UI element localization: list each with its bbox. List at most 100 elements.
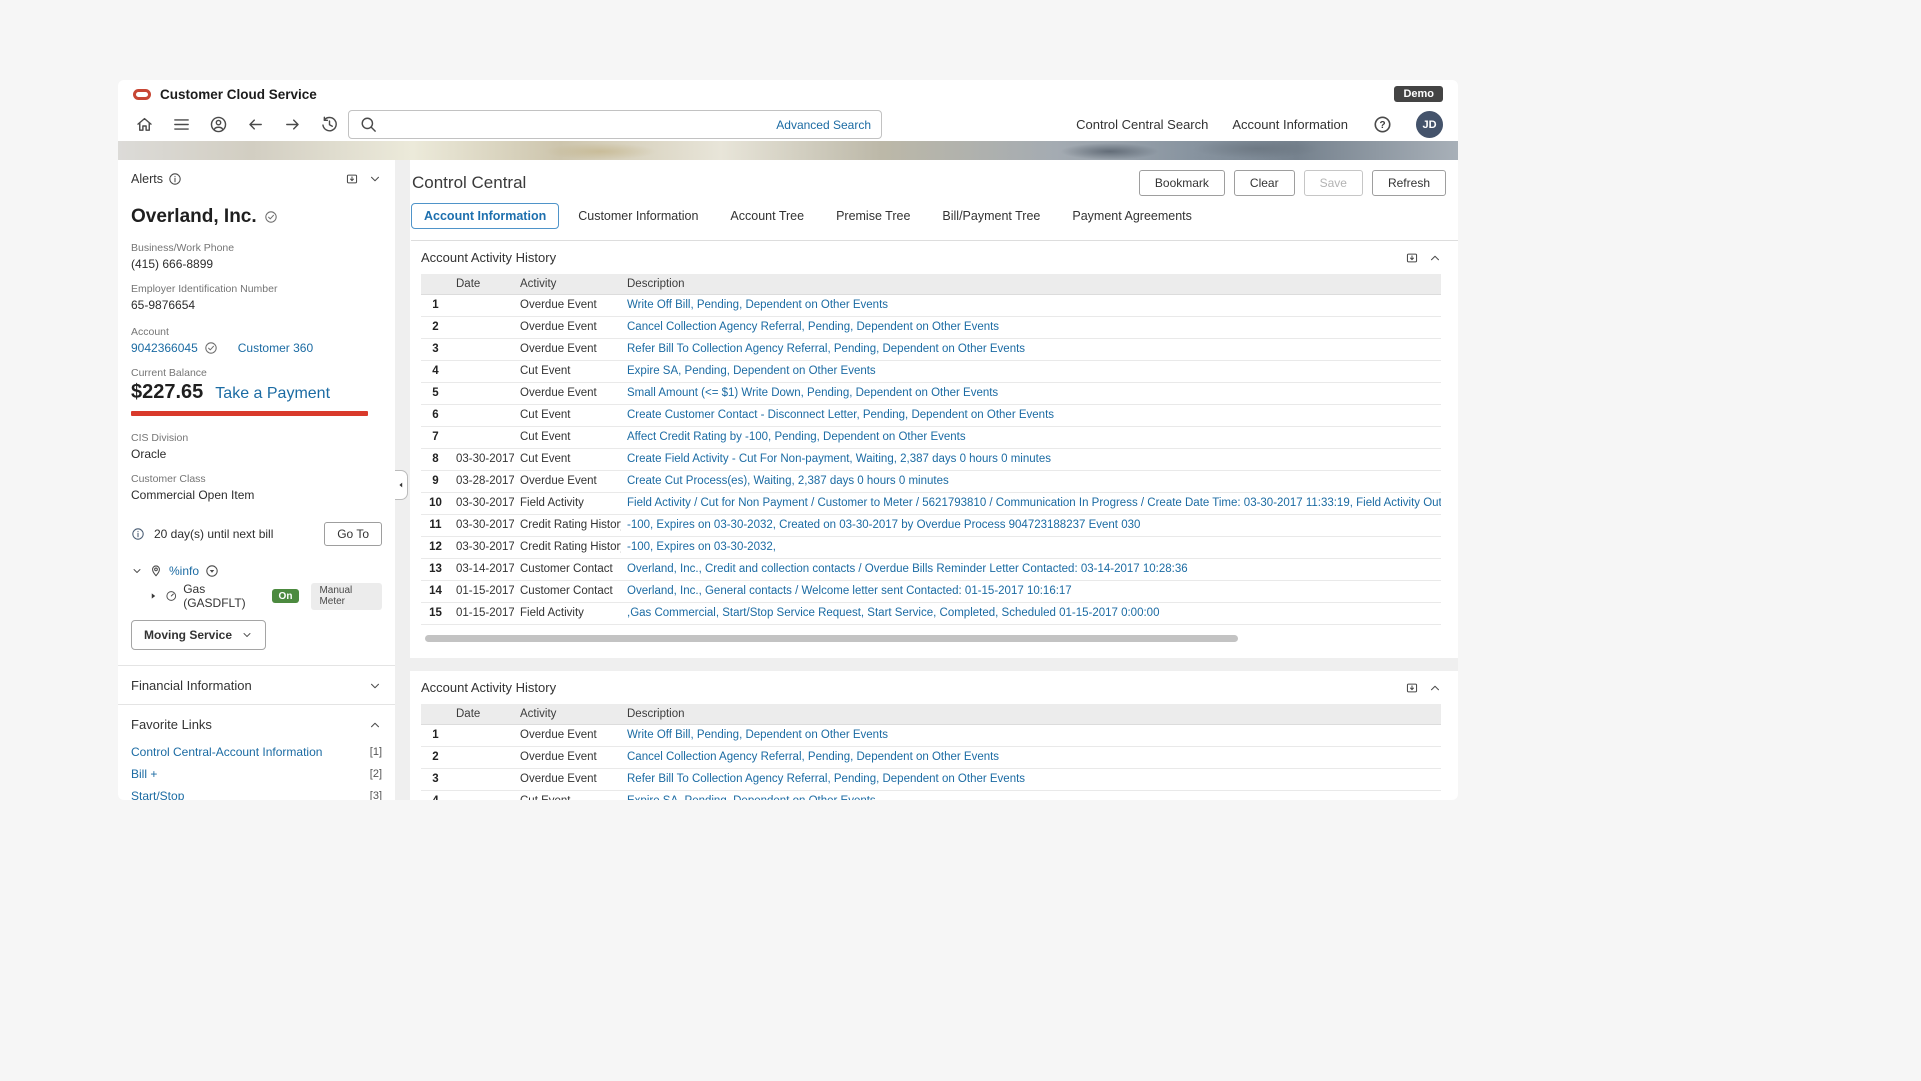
service-point-row: Gas (GASDFLT) On Manual Meter bbox=[131, 585, 382, 607]
row-description: Create Customer Contact - Disconnect Let… bbox=[621, 405, 1441, 426]
tab-account-tree[interactable]: Account Tree bbox=[717, 203, 817, 229]
refresh-button[interactable]: Refresh bbox=[1372, 170, 1446, 196]
financial-information-section[interactable]: Financial Information bbox=[131, 666, 382, 704]
description-link[interactable]: Expire SA, Pending, Dependent on Other E… bbox=[627, 795, 876, 800]
table-row: 7Cut EventAffect Credit Rating by -100, … bbox=[421, 427, 1441, 449]
table-row: 3Overdue EventRefer Bill To Collection A… bbox=[421, 769, 1441, 791]
nav-account-information[interactable]: Account Information bbox=[1232, 117, 1348, 132]
row-number: 2 bbox=[421, 747, 450, 768]
tab-customer-information[interactable]: Customer Information bbox=[565, 203, 711, 229]
column-header-date: Date bbox=[450, 704, 514, 724]
nav-control-central-search[interactable]: Control Central Search bbox=[1076, 117, 1208, 132]
expand-triangle-icon[interactable] bbox=[148, 590, 159, 602]
chevron-down-icon[interactable] bbox=[131, 565, 143, 577]
main-column: Control Central BookmarkClearSaveRefresh… bbox=[410, 160, 1458, 800]
row-date: 03-28-2017 bbox=[450, 471, 514, 492]
favorite-links-section[interactable]: Favorite Links bbox=[131, 705, 382, 743]
brand-bar: Customer Cloud Service Demo bbox=[118, 80, 1458, 108]
row-activity: Overdue Event bbox=[514, 295, 621, 316]
row-activity: Credit Rating History bbox=[514, 515, 621, 536]
search-input[interactable] bbox=[386, 118, 776, 132]
financial-information-title: Financial Information bbox=[131, 678, 252, 693]
tab-premise-tree[interactable]: Premise Tree bbox=[823, 203, 923, 229]
account-activity-card: Account Activity History DateActivityDes… bbox=[410, 671, 1458, 800]
favorite-link-bill[interactable]: Bill + bbox=[131, 767, 157, 781]
alerts-header: Alerts bbox=[131, 160, 382, 186]
search-icon bbox=[359, 115, 378, 134]
row-description: Refer Bill To Collection Agency Referral… bbox=[621, 339, 1441, 360]
profile-button[interactable] bbox=[208, 115, 228, 135]
account-label: Account bbox=[131, 326, 382, 338]
tab-account-information[interactable]: Account Information bbox=[411, 203, 559, 229]
row-description: Create Field Activity - Cut For Non-paym… bbox=[621, 449, 1441, 470]
description-link[interactable]: Expire SA, Pending, Dependent on Other E… bbox=[627, 365, 876, 377]
verified-check-icon bbox=[264, 210, 278, 224]
row-date: 03-30-2017 bbox=[450, 493, 514, 514]
panel-menu-icon[interactable] bbox=[345, 172, 359, 186]
account-number-link[interactable]: 9042366045 bbox=[131, 341, 198, 355]
column-header-blank bbox=[421, 274, 450, 294]
row-date bbox=[450, 725, 514, 746]
menu-button[interactable] bbox=[171, 115, 191, 135]
description-link[interactable]: Overland, Inc., Credit and collection co… bbox=[627, 563, 1188, 575]
panel-menu-icon[interactable] bbox=[1405, 251, 1419, 265]
description-link[interactable]: Cancel Collection Agency Referral, Pendi… bbox=[627, 751, 999, 763]
description-link[interactable]: Refer Bill To Collection Agency Referral… bbox=[627, 343, 1025, 355]
favorite-link-control-central-account-information[interactable]: Control Central-Account Information bbox=[131, 745, 322, 759]
demo-badge: Demo bbox=[1394, 86, 1443, 102]
description-link[interactable]: Affect Credit Rating by -100, Pending, D… bbox=[627, 431, 966, 443]
chevron-down-icon[interactable] bbox=[368, 172, 382, 186]
take-payment-link[interactable]: Take a Payment bbox=[215, 385, 330, 403]
app-window: Customer Cloud Service Demo Advanced Sea… bbox=[118, 80, 1458, 800]
bookmark-button[interactable]: Bookmark bbox=[1139, 170, 1225, 196]
back-button[interactable] bbox=[245, 115, 265, 135]
description-link[interactable]: Small Amount (<= $1) Write Down, Pending… bbox=[627, 387, 998, 399]
table-row: 1203-30-2017Credit Rating History-100, E… bbox=[421, 537, 1441, 559]
chevron-up-icon[interactable] bbox=[1428, 681, 1442, 695]
description-link[interactable]: Overland, Inc., General contacts / Welco… bbox=[627, 585, 1072, 597]
history-button[interactable] bbox=[319, 115, 339, 135]
row-date: 03-30-2017 bbox=[450, 449, 514, 470]
activity-table: DateActivityDescription 1Overdue EventWr… bbox=[421, 274, 1441, 625]
advanced-search-link[interactable]: Advanced Search bbox=[776, 118, 871, 132]
sidebar-collapse-handle[interactable] bbox=[395, 470, 408, 500]
row-date bbox=[450, 295, 514, 316]
go-to-button[interactable]: Go To bbox=[324, 522, 382, 546]
row-description: Cancel Collection Agency Referral, Pendi… bbox=[621, 317, 1441, 338]
description-link[interactable]: -100, Expires on 03-30-2032, Created on … bbox=[627, 519, 1140, 531]
chevron-up-icon[interactable] bbox=[1428, 251, 1442, 265]
description-link[interactable]: Create Field Activity - Cut For Non-paym… bbox=[627, 453, 1051, 465]
content-area: Alerts Overland, Inc. Business/Work Phon… bbox=[118, 141, 1458, 800]
favorite-link-start-stop[interactable]: Start/Stop bbox=[131, 789, 184, 800]
forward-button[interactable] bbox=[282, 115, 302, 135]
tab-payment-agreements[interactable]: Payment Agreements bbox=[1059, 203, 1205, 229]
description-link[interactable]: Field Activity / Cut for Non Payment / C… bbox=[627, 497, 1441, 509]
clear-button[interactable]: Clear bbox=[1234, 170, 1295, 196]
description-link[interactable]: Create Customer Contact - Disconnect Let… bbox=[627, 409, 1054, 421]
description-link[interactable]: Refer Bill To Collection Agency Referral… bbox=[627, 773, 1025, 785]
description-link[interactable]: Cancel Collection Agency Referral, Pendi… bbox=[627, 321, 999, 333]
moving-service-button[interactable]: Moving Service bbox=[131, 620, 266, 650]
table-row: 2Overdue EventCancel Collection Agency R… bbox=[421, 317, 1441, 339]
panel-menu-icon[interactable] bbox=[1405, 681, 1419, 695]
tab-bill-payment-tree[interactable]: Bill/Payment Tree bbox=[929, 203, 1053, 229]
home-button[interactable] bbox=[134, 115, 154, 135]
chevron-up-icon[interactable] bbox=[368, 718, 382, 732]
help-icon[interactable] bbox=[1372, 115, 1392, 135]
customer-360-link[interactable]: Customer 360 bbox=[238, 341, 313, 355]
row-activity: Field Activity bbox=[514, 493, 621, 514]
info-icon bbox=[131, 527, 145, 541]
description-link[interactable]: Create Cut Process(es), Waiting, 2,387 d… bbox=[627, 475, 949, 487]
user-avatar[interactable]: JD bbox=[1416, 111, 1443, 138]
premise-menu-icon[interactable] bbox=[205, 564, 219, 578]
row-date: 01-15-2017 bbox=[450, 581, 514, 602]
description-link[interactable]: -100, Expires on 03-30-2032, bbox=[627, 541, 776, 553]
description-link[interactable]: Write Off Bill, Pending, Dependent on Ot… bbox=[627, 729, 888, 741]
premise-link[interactable]: %info bbox=[169, 564, 199, 578]
chevron-down-icon[interactable] bbox=[368, 679, 382, 693]
scrollbar-thumb[interactable] bbox=[425, 635, 1238, 642]
description-link[interactable]: Write Off Bill, Pending, Dependent on Ot… bbox=[627, 299, 888, 311]
table-row: 1003-30-2017Field ActivityField Activity… bbox=[421, 493, 1441, 515]
manual-meter-badge: Manual Meter bbox=[311, 583, 382, 610]
description-link[interactable]: ,Gas Commercial, Start/Stop Service Requ… bbox=[627, 607, 1159, 619]
